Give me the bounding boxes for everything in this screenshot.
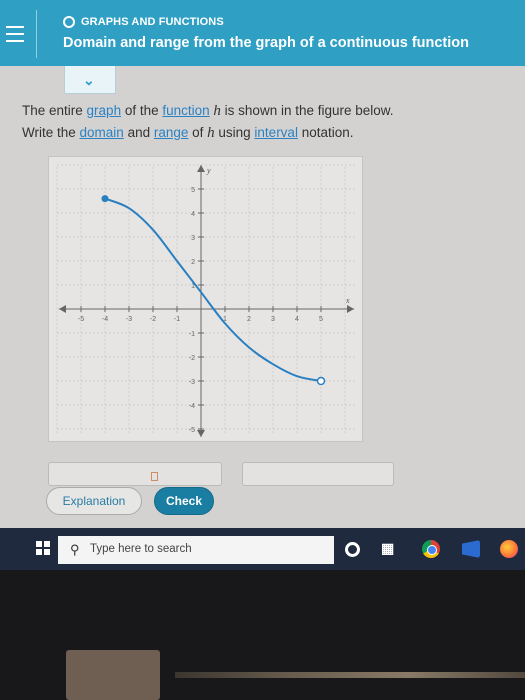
taskbar: ⚲ Type here to search ▦ [0, 528, 525, 570]
firefox-icon[interactable] [500, 540, 518, 558]
question-text-part: notation. [297, 125, 354, 140]
x-tick-label: -2 [150, 316, 156, 323]
question-text-part: The entire [22, 103, 87, 118]
y-tick-label: 3 [191, 235, 195, 242]
range-link[interactable]: range [154, 125, 189, 140]
header: GRAPHS AND FUNCTIONS Domain and range fr… [0, 0, 525, 66]
graph-link[interactable]: graph [87, 103, 122, 118]
explanation-button[interactable]: Explanation [46, 487, 142, 515]
y-tick-label: 5 [191, 187, 195, 194]
page-title: Domain and range from the graph of a con… [63, 35, 469, 51]
x-tick-label: -3 [126, 316, 132, 323]
x-tick-label: -5 [78, 316, 84, 323]
question-text-part: and [123, 125, 154, 140]
screen: GRAPHS AND FUNCTIONS Domain and range fr… [0, 0, 525, 570]
y-tick-label: -2 [189, 355, 195, 362]
question-text-part: using [214, 125, 255, 140]
y-axis-arrow-up [197, 165, 205, 172]
x-tick-label: 5 [319, 316, 323, 323]
collapse-toggle[interactable]: ⌄ [64, 66, 116, 94]
check-button[interactable]: Check [154, 487, 214, 515]
y-tick-label: -3 [189, 379, 195, 386]
graph-panel: x y -5 -4 -3 -2 -1 1 2 3 4 5 5 4 3 2 1 -1 -2 -3 -4 -5 [48, 156, 363, 442]
y-tick-label: 2 [191, 259, 195, 266]
closed-endpoint [101, 195, 109, 203]
y-tick-label: -1 [189, 331, 195, 338]
search-icon: ⚲ [70, 542, 80, 557]
question-text-part: Write the [22, 125, 80, 140]
y-tick-label: -5 [189, 427, 195, 434]
function-link[interactable]: function [162, 103, 209, 118]
y-tick-label: -4 [189, 403, 195, 410]
menu-icon[interactable] [6, 26, 24, 44]
question-text: The entire graph of the function h is sh… [22, 100, 492, 144]
x-tick-label: -1 [174, 316, 180, 323]
y-tick-label: 4 [191, 211, 195, 218]
function-variable: h [207, 125, 215, 141]
cursor-marker [151, 472, 158, 481]
chrome-icon[interactable] [422, 540, 440, 558]
y-axis-label: y [206, 166, 211, 175]
desk-reflection [175, 672, 525, 678]
function-curve [104, 197, 322, 382]
interval-link[interactable]: interval [254, 125, 298, 140]
x-axis-arrow-right [347, 305, 354, 313]
range-answer-field[interactable] [242, 462, 394, 486]
open-endpoint [316, 376, 326, 386]
domain-link[interactable]: domain [80, 125, 124, 140]
search-placeholder: Type here to search [90, 543, 192, 555]
windows-start-icon[interactable] [36, 541, 50, 555]
app-icon[interactable] [462, 540, 480, 558]
function-variable: h [213, 103, 221, 119]
topic-circle-icon [63, 16, 75, 28]
taskbar-search-input[interactable]: ⚲ Type here to search [58, 536, 334, 564]
question-text-part: of the [121, 103, 163, 118]
x-tick-label: -4 [102, 316, 108, 323]
function-graph: xy-5 -4 -3 -2 -1 1 2 3 4 554321-1-2-3-4-5 [56, 164, 357, 437]
cortana-icon[interactable] [345, 542, 360, 557]
topic-label: GRAPHS AND FUNCTIONS [81, 16, 224, 28]
x-tick-label: 2 [247, 316, 251, 323]
question-text-part: of [188, 125, 208, 140]
question-text-part: is shown in the figure below. [220, 103, 394, 118]
monitor-stand [66, 650, 160, 700]
x-axis-arrow-left [59, 305, 66, 313]
chevron-down-icon: ⌄ [83, 72, 95, 88]
header-divider [36, 10, 37, 58]
x-tick-label: 4 [295, 316, 299, 323]
x-axis-label: x [345, 296, 350, 305]
y-axis-arrow-down [197, 430, 205, 437]
x-tick-label: 3 [271, 316, 275, 323]
task-view-icon[interactable]: ▦ [381, 540, 399, 558]
domain-answer-field[interactable] [48, 462, 222, 486]
